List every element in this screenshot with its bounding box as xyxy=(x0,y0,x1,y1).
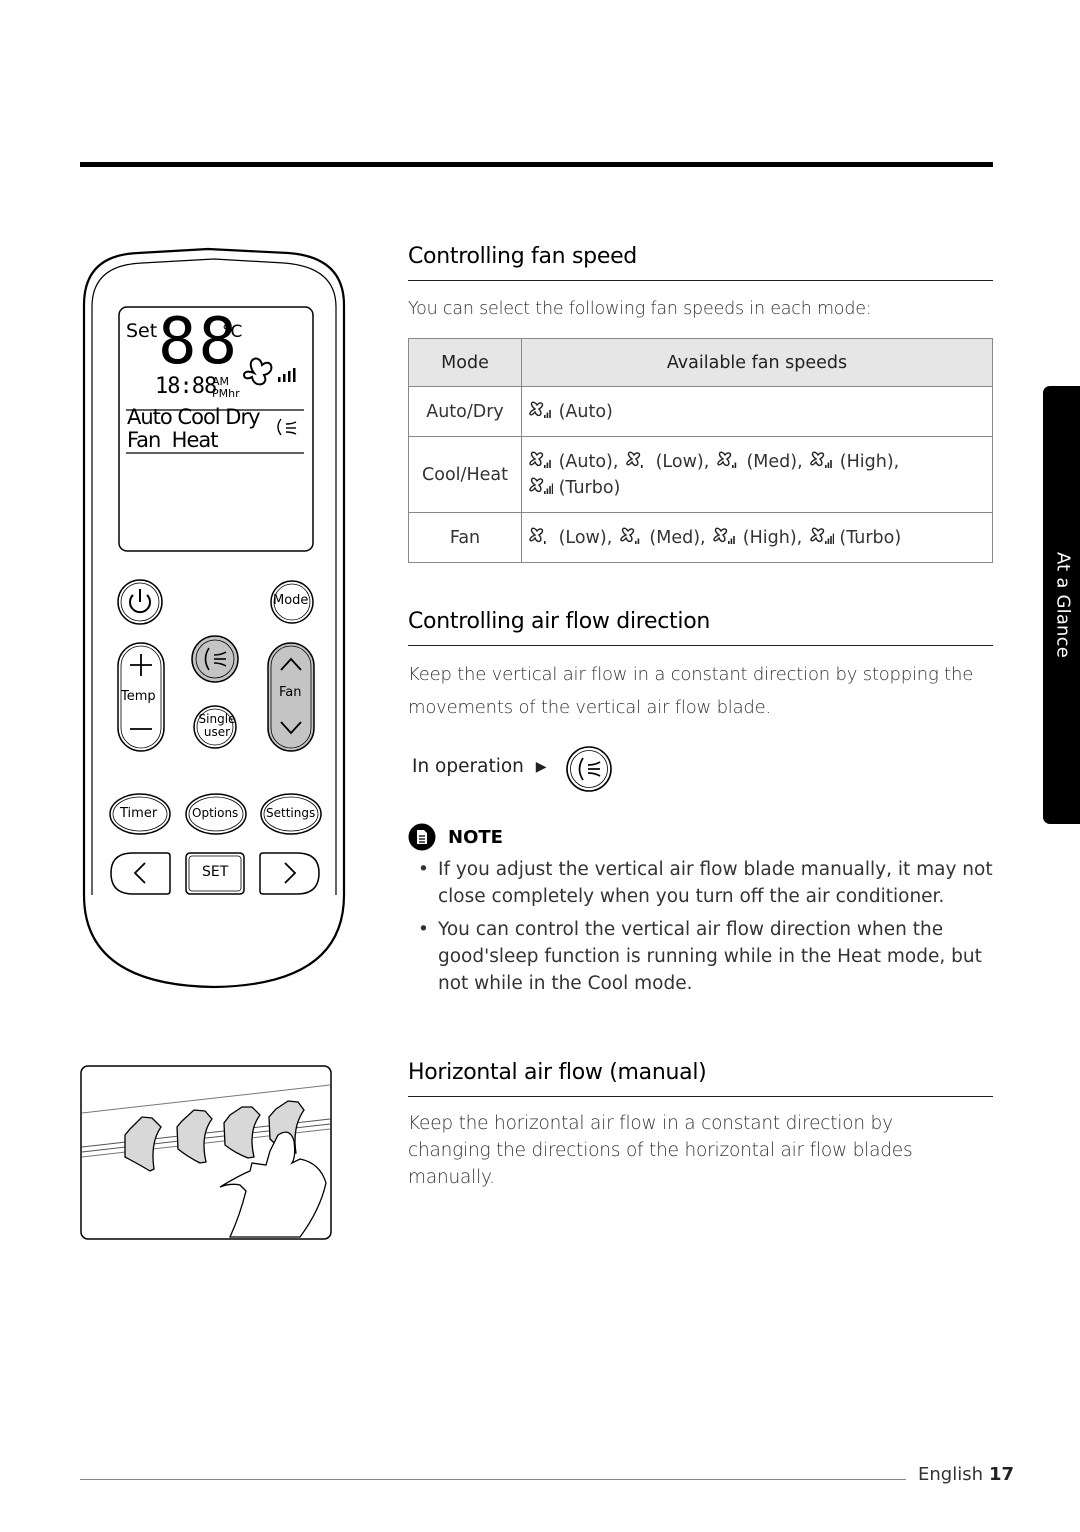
lcd-temp-unit: °C xyxy=(222,322,243,342)
fan-speed-heading: Controlling fan speed xyxy=(408,244,637,269)
horizontal-rule xyxy=(408,1096,993,1097)
row-mode: Auto/Dry xyxy=(408,386,522,437)
single-user-button: Single user xyxy=(197,713,237,739)
speed-label: (Turbo) xyxy=(558,477,621,498)
horizontal-text: Keep the horizontal air flow in a consta… xyxy=(408,1113,913,1188)
fan-med-icon xyxy=(715,450,741,470)
speed-label: (Auto), xyxy=(558,451,619,472)
speed-label: (High), xyxy=(839,451,900,472)
play-arrow-icon: ▶ xyxy=(535,759,547,775)
header-speeds: Available fan speeds xyxy=(521,338,993,387)
single-user-line1: Single xyxy=(198,712,236,726)
row-speeds: (Low), (Med), (High), (Turbo) xyxy=(521,512,993,563)
in-operation-row: In operation ▶ xyxy=(412,756,547,777)
row-speeds: (Auto), (Low), (Med), (High), (Turbo) xyxy=(521,436,993,513)
fan-high-icon xyxy=(808,450,834,470)
air-flow-heading: Controlling air flow direction xyxy=(408,609,710,634)
fan-auto-icon xyxy=(527,450,553,470)
air-flow-text: Keep the vertical air flow in a constant… xyxy=(408,664,974,718)
in-operation-label: In operation xyxy=(412,756,524,777)
top-rule xyxy=(80,162,993,167)
table-row: Auto/Dry (Auto) xyxy=(408,386,993,437)
speed-label: (Turbo) xyxy=(839,527,902,548)
speed-label: (Med), xyxy=(649,527,706,548)
options-button: Options xyxy=(192,806,239,820)
lcd-time-digits: 18:88 xyxy=(155,374,217,399)
single-user-line2: user xyxy=(203,725,231,739)
row-speeds: (Auto) xyxy=(521,386,993,437)
speed-label: (Low), xyxy=(558,527,613,548)
settings-button: Settings xyxy=(266,806,316,820)
fan-high-icon xyxy=(711,526,737,546)
note-item: You can control the vertical air flow di… xyxy=(408,916,998,997)
footer: English 17 xyxy=(918,1464,1014,1485)
page-number: 17 xyxy=(989,1464,1015,1485)
fan-low-icon xyxy=(527,526,553,546)
note-list: If you adjust the vertical air flow blad… xyxy=(408,856,998,1003)
fan-speed-intro: You can select the following fan speeds … xyxy=(408,299,872,319)
fan-low-icon xyxy=(624,450,650,470)
footer-language: English xyxy=(918,1464,983,1485)
header-mode: Mode xyxy=(408,338,522,387)
fan-button-label: Fan xyxy=(279,685,302,700)
note-item: If you adjust the vertical air flow blad… xyxy=(408,856,998,910)
speed-label: (Med), xyxy=(746,451,803,472)
fan-turbo-icon xyxy=(527,476,554,496)
fan-speed-table: Mode Available fan speeds Auto/Dry (Auto… xyxy=(408,338,993,563)
timer-button: Timer xyxy=(120,806,158,821)
note-label: NOTE xyxy=(448,826,503,848)
note-header: NOTE xyxy=(408,823,503,851)
side-tab-label: At a Glance xyxy=(1052,551,1074,659)
fan-med-icon xyxy=(618,526,644,546)
lcd-fan-icon xyxy=(243,357,296,386)
table-row: Fan (Low), (Med), (High), (Turbo) xyxy=(408,512,993,563)
speed-label: (Auto) xyxy=(558,401,613,422)
speed-label: (Low), xyxy=(655,451,710,472)
side-tab-at-a-glance[interactable]: At a Glance xyxy=(1043,386,1080,824)
row-mode: Fan xyxy=(408,512,522,563)
lcd-modes-line1: Auto Cool Dry xyxy=(127,405,261,429)
fan-auto-icon xyxy=(527,400,553,420)
fan-speed-rule xyxy=(408,280,993,281)
row-mode: Cool/Heat xyxy=(408,436,522,513)
lcd-set-label: Set xyxy=(126,320,158,342)
temp-button-label: Temp xyxy=(121,689,156,704)
mode-button: Mode xyxy=(273,593,309,608)
lcd-pm-hr: PMhr xyxy=(212,387,240,400)
swing-button-icon xyxy=(566,746,612,792)
lcd-swing-icon xyxy=(277,418,297,436)
fan-turbo-icon xyxy=(808,526,835,546)
air-flow-rule xyxy=(408,645,993,646)
note-icon xyxy=(408,823,436,851)
lcd-temp-digits: 88 xyxy=(158,305,240,379)
table-header-row: Mode Available fan speeds xyxy=(408,338,993,387)
lcd-modes-line2: Fan Heat xyxy=(127,428,218,452)
horizontal-blades-illustration xyxy=(80,1065,332,1240)
horizontal-heading: Horizontal air flow (manual) xyxy=(408,1060,707,1085)
speed-label: (High), xyxy=(742,527,803,548)
table-row: Cool/Heat (Auto), (Low), (Med), (High), xyxy=(408,436,993,513)
footer-rule xyxy=(80,1479,906,1480)
set-button: SET xyxy=(202,864,229,880)
